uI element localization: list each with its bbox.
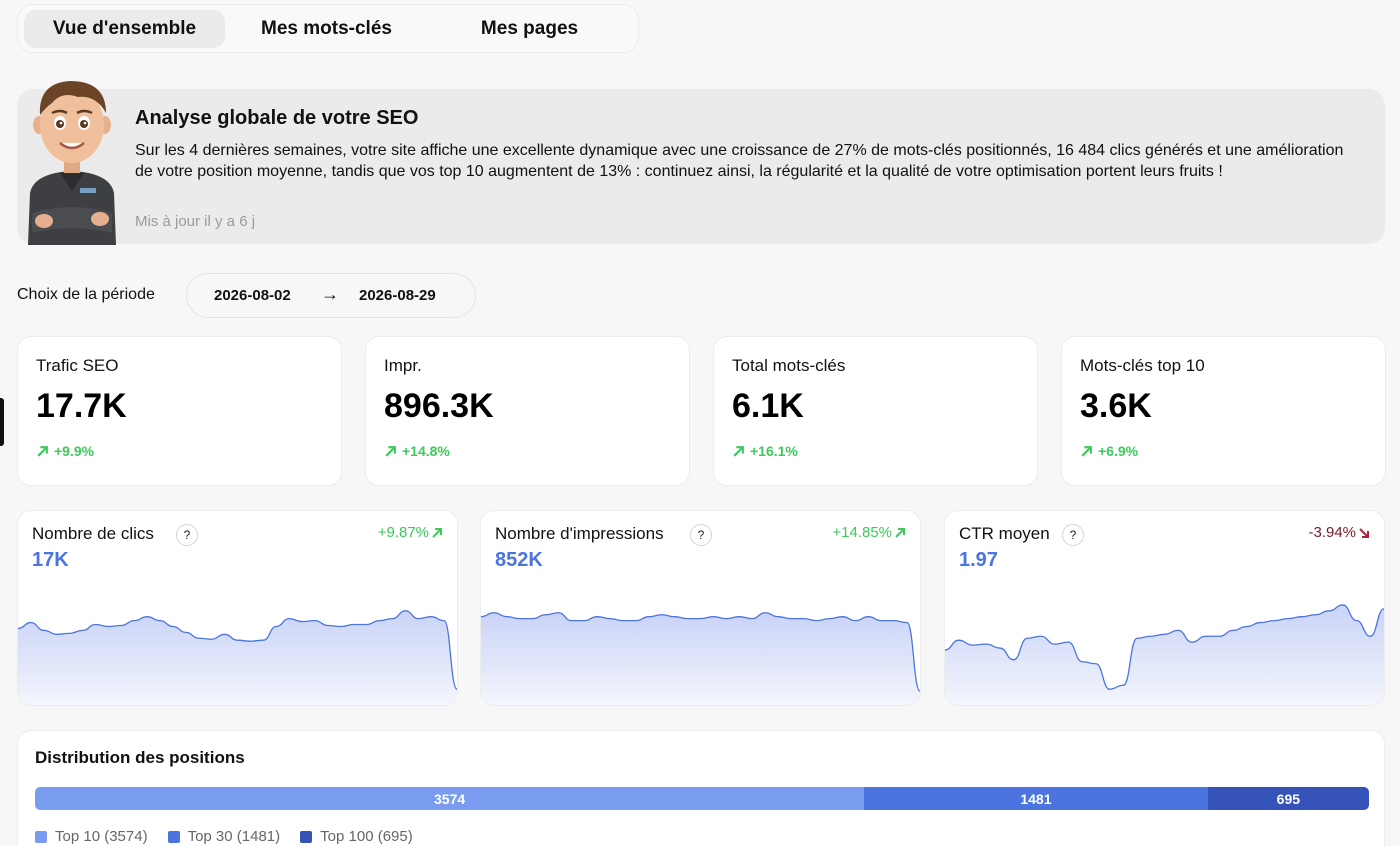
period-picker[interactable]: 2026-08-02 → 2026-08-29 xyxy=(186,273,476,318)
kpi-delta-value: +9.9% xyxy=(54,443,95,459)
kpi-value: 896.3K xyxy=(384,387,494,425)
sparkline-chart xyxy=(18,610,457,705)
seo-summary-card: Analyse globale de votre SEO Sur les 4 d… xyxy=(17,81,1385,245)
tab-overview[interactable]: Vue d'ensemble xyxy=(24,9,225,48)
summary-updated: Mis à jour il y a 6 j xyxy=(135,213,256,230)
distribution-legend: Top 10 (3574) Top 30 (1481) Top 100 (695… xyxy=(35,828,413,845)
sparkline-card-ctr: CTR moyen ? -3.94% 1.97 xyxy=(944,510,1385,706)
sparkline-value: 17K xyxy=(32,549,69,571)
kpi-card-seo-traffic: Trafic SEO 17.7K +9.9% xyxy=(17,336,342,486)
view-tabs: Vue d'ensemble Mes mots-clés Mes pages xyxy=(17,4,639,53)
summary-text: Sur les 4 dernières semaines, votre site… xyxy=(135,142,1344,180)
distribution-segment-top10[interactable]: 3574 xyxy=(35,787,865,810)
period-end-date[interactable]: 2026-08-29 xyxy=(359,287,436,304)
arrow-up-right-icon xyxy=(733,445,744,457)
sparkline-chart xyxy=(481,612,920,705)
sparkline-area xyxy=(945,604,1384,705)
arrow-up-right-icon xyxy=(385,445,396,457)
kpi-value: 17.7K xyxy=(36,387,127,425)
tab-keywords[interactable]: Mes mots-clés xyxy=(225,10,428,48)
legend-item[interactable]: Top 100 (695) xyxy=(300,828,413,845)
sparkline-delta: +14.85% xyxy=(832,524,906,541)
summary-title: Analyse globale de votre SEO xyxy=(135,107,419,129)
sparkline-delta: +9.87% xyxy=(378,524,443,541)
arrow-up-right-icon xyxy=(1081,445,1092,457)
sparkline-chart xyxy=(945,604,1384,705)
sparkline-value: 852K xyxy=(495,549,543,571)
kpi-label: Mots-clés top 10 xyxy=(1080,356,1205,375)
legend-item[interactable]: Top 10 (3574) xyxy=(35,828,148,845)
legend-label: Top 10 (3574) xyxy=(55,828,148,845)
help-icon[interactable]: ? xyxy=(1062,524,1084,546)
sparkline-area xyxy=(18,610,457,705)
kpi-delta: +6.9% xyxy=(1080,443,1138,459)
distribution-title: Distribution des positions xyxy=(35,748,245,767)
sparkline-delta-value: +9.87% xyxy=(377,524,429,541)
period-label: Choix de la période xyxy=(17,286,155,303)
sparkline-value: 1.97 xyxy=(959,549,998,571)
legend-swatch xyxy=(300,830,313,843)
arrow-up-right-icon xyxy=(37,445,48,457)
period-start-date[interactable]: 2026-08-02 xyxy=(214,287,291,304)
arrow-up-right-icon xyxy=(895,527,905,538)
help-icon[interactable]: ? xyxy=(690,524,712,546)
kpi-card-impressions: Impr. 896.3K +14.8% xyxy=(365,336,690,486)
kpi-delta: +14.8% xyxy=(384,443,450,459)
sparkline-title: Nombre d'impressions xyxy=(495,524,664,543)
position-distribution-card: Distribution des positions 3574 1481 695… xyxy=(17,730,1385,846)
kpi-value: 3.6K xyxy=(1080,387,1152,425)
kpi-label: Impr. xyxy=(384,356,422,375)
kpi-label: Total mots-clés xyxy=(732,356,846,375)
kpi-delta-value: +6.9% xyxy=(1098,443,1139,459)
sparkline-area xyxy=(481,612,920,705)
kpi-delta-value: +16.1% xyxy=(750,443,798,459)
kpi-label: Trafic SEO xyxy=(36,356,119,375)
sparkline-delta: -3.94% xyxy=(1308,524,1370,541)
legend-label: Top 30 (1481) xyxy=(187,828,281,845)
kpi-value: 6.1K xyxy=(732,387,804,425)
distribution-segment-top30[interactable]: 1481 xyxy=(864,787,1208,810)
legend-swatch xyxy=(35,830,47,843)
arrow-right-icon: → xyxy=(321,284,339,304)
kpi-delta: +9.9% xyxy=(36,443,94,459)
sparkline-title: CTR moyen xyxy=(959,524,1050,543)
kpi-card-top10-keywords: Mots-clés top 10 3.6K +6.9% xyxy=(1061,336,1386,486)
distribution-segment-top100[interactable]: 695 xyxy=(1207,787,1369,810)
arrow-up-right-icon xyxy=(432,527,442,538)
arrow-down-right-icon xyxy=(1359,527,1369,538)
help-icon[interactable]: ? xyxy=(176,524,198,546)
side-handle[interactable] xyxy=(0,398,4,446)
sparkline-delta-value: +14.85% xyxy=(832,524,892,541)
sparkline-delta-value: -3.94% xyxy=(1308,524,1356,541)
legend-item[interactable]: Top 30 (1481) xyxy=(167,828,281,845)
kpi-delta-value: +14.8% xyxy=(402,443,450,459)
kpi-card-total-keywords: Total mots-clés 6.1K +16.1% xyxy=(713,336,1038,486)
avatar xyxy=(28,81,116,245)
distribution-bar: 3574 1481 695 xyxy=(35,787,1369,810)
tab-pages[interactable]: Mes pages xyxy=(428,10,631,48)
legend-swatch xyxy=(167,830,180,843)
legend-label: Top 100 (695) xyxy=(320,828,413,845)
sparkline-card-clicks: Nombre de clics ? +9.87% 17K xyxy=(17,510,458,706)
sparkline-card-impressions: Nombre d'impressions ? +14.85% 852K xyxy=(480,510,921,706)
kpi-delta: +16.1% xyxy=(732,443,798,459)
sparkline-title: Nombre de clics xyxy=(32,524,154,543)
